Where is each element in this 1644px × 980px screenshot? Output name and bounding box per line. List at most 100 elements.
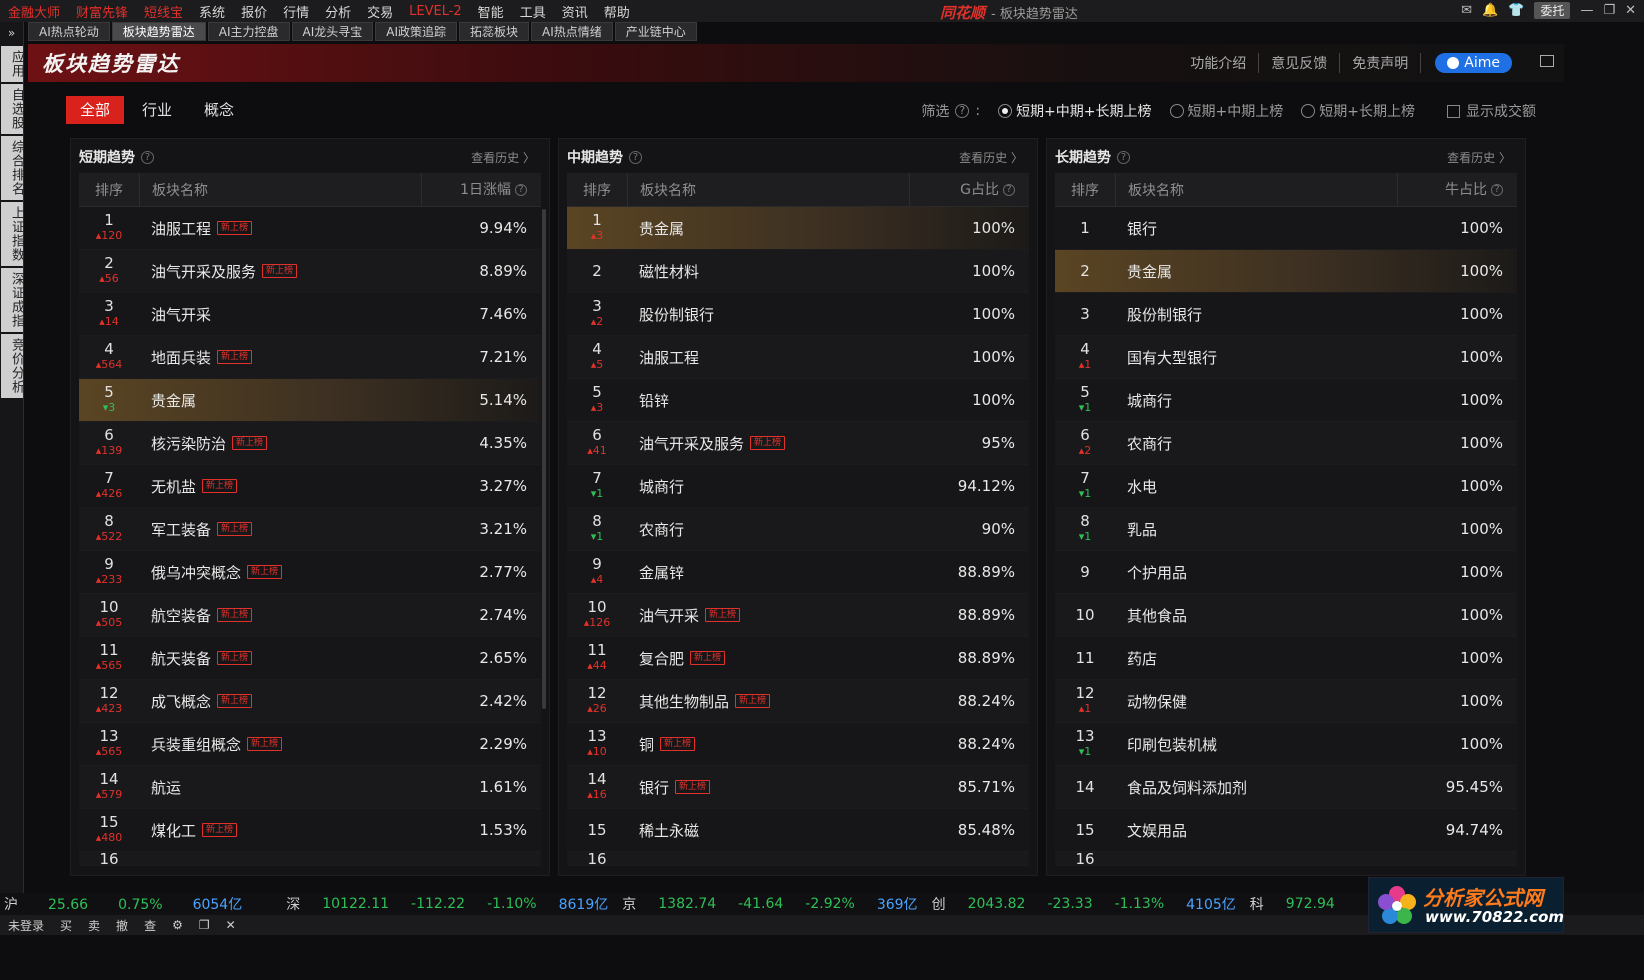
- table-row[interactable]: 8 ▴522 军工装备 新上榜 3.21%: [79, 508, 541, 551]
- table-row[interactable]: 11 药店 100%: [1055, 637, 1517, 680]
- sector-name[interactable]: 个护用品: [1127, 562, 1187, 583]
- table-row[interactable]: 7 ▴426 无机盐 新上榜 3.27%: [79, 465, 541, 508]
- table-row[interactable]: 10 ▴505 航空装备 新上榜 2.74%: [79, 594, 541, 637]
- table-row[interactable]: 9 ▴4 金属锌 88.89%: [567, 551, 1029, 594]
- table-row[interactable]: 5 ▾1 城商行 100%: [1055, 379, 1517, 422]
- sector-name[interactable]: 兵装重组概念: [151, 734, 241, 755]
- settings-icon[interactable]: ⚙: [172, 918, 183, 932]
- table-row[interactable]: 14 ▴16 银行 新上榜 85.71%: [567, 766, 1029, 809]
- table-row[interactable]: 4 ▴1 国有大型银行 100%: [1055, 336, 1517, 379]
- menu-item[interactable]: LEVEL-2: [401, 4, 470, 19]
- sector-name[interactable]: 银行: [639, 777, 669, 798]
- sidebar-item[interactable]: 竞价分析: [1, 334, 24, 398]
- subtab[interactable]: 产业链中心: [614, 22, 697, 41]
- table-row[interactable]: 16: [79, 852, 541, 866]
- menu-item[interactable]: 短线宝: [136, 2, 191, 21]
- help-icon[interactable]: ?: [955, 104, 970, 118]
- sector-name[interactable]: 油服工程: [639, 347, 699, 368]
- subtab[interactable]: AI政策追踪: [375, 22, 458, 41]
- sector-name[interactable]: 油气开采及服务: [151, 261, 256, 282]
- sector-name[interactable]: 成飞概念: [151, 691, 211, 712]
- table-row[interactable]: 1 银行 100%: [1055, 207, 1517, 250]
- sector-name[interactable]: 其他生物制品: [639, 691, 729, 712]
- aime-button[interactable]: Aime: [1435, 53, 1512, 73]
- table-row[interactable]: 1 ▴120 油服工程 新上榜 9.94%: [79, 207, 541, 250]
- subtab[interactable]: AI热点情绪: [531, 22, 613, 41]
- help-icon[interactable]: ?: [1003, 183, 1015, 196]
- table-row[interactable]: 15 ▴480 煤化工 新上榜 1.53%: [79, 809, 541, 852]
- table-row[interactable]: 5 ▴3 铅锌 100%: [567, 379, 1029, 422]
- segment-all[interactable]: 全部: [66, 96, 125, 124]
- sector-name[interactable]: 无机盐: [151, 476, 196, 497]
- sector-name[interactable]: 文娱用品: [1127, 820, 1187, 841]
- sector-name[interactable]: 铜: [639, 734, 654, 755]
- help-icon[interactable]: ?: [629, 150, 642, 164]
- sector-name[interactable]: 航天装备: [151, 648, 211, 669]
- table-row[interactable]: 6 ▴2 农商行 100%: [1055, 422, 1517, 465]
- sector-name[interactable]: 国有大型银行: [1127, 347, 1217, 368]
- column-header-value[interactable]: 1日涨幅?: [421, 172, 541, 207]
- sector-name[interactable]: 其他食品: [1127, 605, 1187, 626]
- menu-item[interactable]: 资讯: [554, 2, 596, 21]
- subtab[interactable]: AI主力控盘: [207, 22, 290, 41]
- sector-name[interactable]: 城商行: [1127, 390, 1172, 411]
- table-row[interactable]: 3 ▴14 油气开采 7.46%: [79, 293, 541, 336]
- help-icon[interactable]: ?: [515, 183, 527, 196]
- trade-button[interactable]: 卖: [88, 917, 100, 934]
- expand-window-icon[interactable]: [1540, 55, 1554, 67]
- sector-name[interactable]: 贵金属: [639, 218, 684, 239]
- view-history-link[interactable]: 查看历史 〉: [471, 149, 535, 166]
- column-header-value[interactable]: G占比?: [909, 172, 1029, 207]
- restore-icon[interactable]: ❐: [1603, 3, 1615, 18]
- subtab[interactable]: AI龙头寻宝: [291, 22, 374, 41]
- table-row[interactable]: 5 ▾3 贵金属 5.14%: [79, 379, 541, 422]
- table-row[interactable]: 12 ▴26 其他生物制品 新上榜 88.24%: [567, 680, 1029, 723]
- table-row[interactable]: 3 ▴2 股份制银行 100%: [567, 293, 1029, 336]
- sector-name[interactable]: 贵金属: [1127, 261, 1172, 282]
- sector-name[interactable]: 油气开采: [639, 605, 699, 626]
- table-row[interactable]: 14 ▴579 航运 1.61%: [79, 766, 541, 809]
- sidebar-item[interactable]: 自选股: [1, 84, 24, 134]
- bell-icon[interactable]: 🔔: [1482, 3, 1498, 18]
- segment-industry[interactable]: 行业: [128, 96, 186, 124]
- sector-name[interactable]: 核污染防治: [151, 433, 226, 454]
- table-row[interactable]: 9 个护用品 100%: [1055, 551, 1517, 594]
- table-row[interactable]: 6 ▴41 油气开采及服务 新上榜 95%: [567, 422, 1029, 465]
- menu-item[interactable]: 系统: [191, 2, 233, 21]
- sector-name[interactable]: 农商行: [639, 519, 684, 540]
- help-icon[interactable]: ?: [1491, 183, 1503, 196]
- table-row[interactable]: 2 磁性材料 100%: [567, 250, 1029, 293]
- feedback-link[interactable]: 意见反馈: [1259, 53, 1341, 73]
- sector-name[interactable]: 航空装备: [151, 605, 211, 626]
- sector-name[interactable]: 油服工程: [151, 218, 211, 239]
- table-row[interactable]: 16: [567, 852, 1029, 866]
- sector-name[interactable]: 动物保健: [1127, 691, 1187, 712]
- sector-name[interactable]: 药店: [1127, 648, 1157, 669]
- entrust-button[interactable]: 委托: [1534, 2, 1571, 19]
- sector-name[interactable]: 城商行: [639, 476, 684, 497]
- table-row[interactable]: 10 ▴126 油气开采 新上榜 88.89%: [567, 594, 1029, 637]
- table-row[interactable]: 10 其他食品 100%: [1055, 594, 1517, 637]
- trade-button[interactable]: 查: [144, 917, 156, 934]
- table-row[interactable]: 8 ▾1 乳品 100%: [1055, 508, 1517, 551]
- window-icon[interactable]: ❐: [199, 918, 210, 932]
- table-row[interactable]: 9 ▴233 俄乌冲突概念 新上榜 2.77%: [79, 551, 541, 594]
- trade-button[interactable]: 买: [60, 917, 72, 934]
- menu-item[interactable]: 智能: [470, 2, 512, 21]
- minimize-icon[interactable]: —: [1580, 3, 1593, 18]
- table-row[interactable]: 4 ▴564 地面兵装 新上榜 7.21%: [79, 336, 541, 379]
- table-row[interactable]: 16: [1055, 852, 1517, 866]
- table-row[interactable]: 11 ▴44 复合肥 新上榜 88.89%: [567, 637, 1029, 680]
- subtab[interactable]: AI热点轮动: [28, 22, 110, 41]
- menu-item[interactable]: 交易: [359, 2, 401, 21]
- table-row[interactable]: 14 食品及饲料添加剂 95.45%: [1055, 766, 1517, 809]
- table-row[interactable]: 2 ▴56 油气开采及服务 新上榜 8.89%: [79, 250, 541, 293]
- sector-name[interactable]: 煤化工: [151, 820, 196, 841]
- radio-short-long[interactable]: 短期+长期上榜: [1301, 101, 1415, 121]
- table-row[interactable]: 15 文娱用品 94.74%: [1055, 809, 1517, 852]
- subtab[interactable]: 板块趋势雷达: [111, 22, 206, 41]
- mail-icon[interactable]: ✉: [1461, 3, 1472, 18]
- menu-item[interactable]: 报价: [233, 2, 275, 21]
- sector-name[interactable]: 农商行: [1127, 433, 1172, 454]
- menu-item[interactable]: 帮助: [596, 2, 638, 21]
